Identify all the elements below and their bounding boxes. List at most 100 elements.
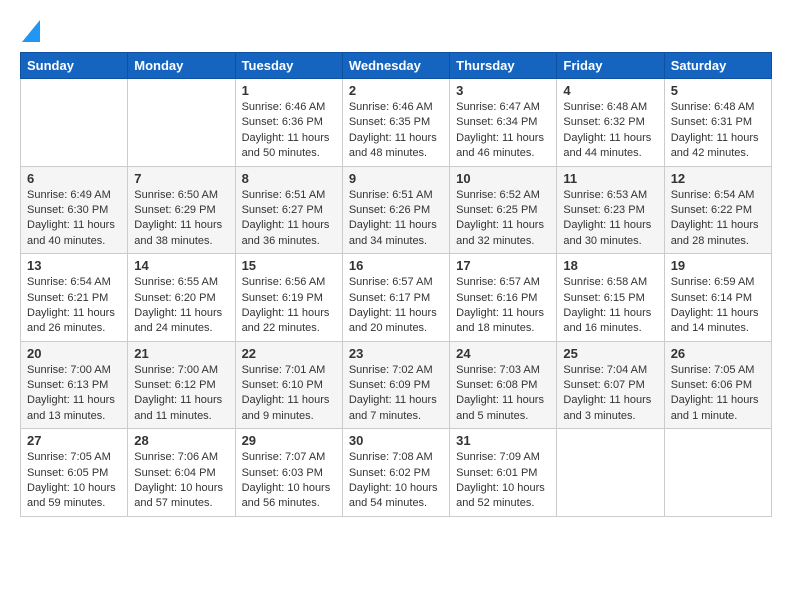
- day-number: 24: [456, 346, 550, 361]
- day-number: 29: [242, 433, 336, 448]
- calendar-cell: 7 Sunrise: 6:50 AMSunset: 6:29 PMDaylight…: [128, 166, 235, 254]
- day-number: 22: [242, 346, 336, 361]
- weekday-header: Sunday: [21, 53, 128, 79]
- day-info: Sunrise: 7:09 AMSunset: 6:01 PMDaylight:…: [456, 450, 550, 512]
- day-info: Sunrise: 7:04 AMSunset: 6:07 PMDaylight:…: [563, 363, 657, 425]
- calendar-cell: 27 Sunrise: 7:05 AMSunset: 6:05 PMDayligh…: [21, 429, 128, 517]
- day-info: Sunrise: 6:52 AMSunset: 6:25 PMDaylight:…: [456, 188, 550, 250]
- calendar-week-row: 6Sunrise: 6:49 AMSunset: 6:30 PMDaylight…: [21, 166, 772, 254]
- day-number: 19: [671, 258, 765, 273]
- calendar-cell: 24 Sunrise: 7:03 AMSunset: 6:08 PMDayligh…: [450, 341, 557, 429]
- calendar-cell: [557, 429, 664, 517]
- calendar-table: SundayMondayTuesdayWednesdayThursdayFrid…: [20, 52, 772, 517]
- day-number: 21: [134, 346, 228, 361]
- day-info: Sunrise: 7:06 AMSunset: 6:04 PMDaylight:…: [134, 450, 228, 512]
- day-info: Sunrise: 7:03 AMSunset: 6:08 PMDaylight:…: [456, 363, 550, 425]
- day-info: Sunrise: 6:48 AMSunset: 6:31 PMDaylight:…: [671, 100, 765, 162]
- day-info: Sunrise: 6:54 AMSunset: 6:21 PMDaylight:…: [27, 275, 121, 337]
- day-info: Sunrise: 7:05 AMSunset: 6:05 PMDaylight:…: [27, 450, 121, 512]
- day-number: 25: [563, 346, 657, 361]
- day-info: Sunrise: 6:51 AMSunset: 6:26 PMDaylight:…: [349, 188, 443, 250]
- calendar-cell: 9 Sunrise: 6:51 AMSunset: 6:26 PMDaylight…: [342, 166, 449, 254]
- calendar-cell: [21, 79, 128, 167]
- day-number: 28: [134, 433, 228, 448]
- calendar-cell: 4Sunrise: 6:48 AMSunset: 6:32 PMDaylight…: [557, 79, 664, 167]
- day-info: Sunrise: 6:50 AMSunset: 6:29 PMDaylight:…: [134, 188, 228, 250]
- calendar-cell: [664, 429, 771, 517]
- calendar-cell: 14 Sunrise: 6:55 AMSunset: 6:20 PMDayligh…: [128, 254, 235, 342]
- calendar-cell: 20 Sunrise: 7:00 AMSunset: 6:13 PMDayligh…: [21, 341, 128, 429]
- calendar-cell: 13 Sunrise: 6:54 AMSunset: 6:21 PMDayligh…: [21, 254, 128, 342]
- calendar-body: 1Sunrise: 6:46 AMSunset: 6:36 PMDaylight…: [21, 79, 772, 517]
- day-number: 31: [456, 433, 550, 448]
- day-info: Sunrise: 7:02 AMSunset: 6:09 PMDaylight:…: [349, 363, 443, 425]
- calendar-cell: 29 Sunrise: 7:07 AMSunset: 6:03 PMDayligh…: [235, 429, 342, 517]
- day-number: 16: [349, 258, 443, 273]
- calendar-cell: 10 Sunrise: 6:52 AMSunset: 6:25 PMDayligh…: [450, 166, 557, 254]
- day-number: 18: [563, 258, 657, 273]
- day-number: 3: [456, 83, 550, 98]
- day-number: 5: [671, 83, 765, 98]
- day-info: Sunrise: 7:07 AMSunset: 6:03 PMDaylight:…: [242, 450, 336, 512]
- page-header: [20, 20, 772, 42]
- calendar-week-row: 13 Sunrise: 6:54 AMSunset: 6:21 PMDayligh…: [21, 254, 772, 342]
- calendar-cell: 3 Sunrise: 6:47 AMSunset: 6:34 PMDaylight…: [450, 79, 557, 167]
- logo: [20, 20, 40, 42]
- day-info: Sunrise: 7:01 AMSunset: 6:10 PMDaylight:…: [242, 363, 336, 425]
- day-info: Sunrise: 7:00 AMSunset: 6:13 PMDaylight:…: [27, 363, 121, 425]
- day-info: Sunrise: 6:55 AMSunset: 6:20 PMDaylight:…: [134, 275, 228, 337]
- day-number: 27: [27, 433, 121, 448]
- day-number: 8: [242, 171, 336, 186]
- calendar-cell: 16 Sunrise: 6:57 AMSunset: 6:17 PMDayligh…: [342, 254, 449, 342]
- calendar-cell: 5 Sunrise: 6:48 AMSunset: 6:31 PMDaylight…: [664, 79, 771, 167]
- calendar-cell: 22 Sunrise: 7:01 AMSunset: 6:10 PMDayligh…: [235, 341, 342, 429]
- day-info: Sunrise: 6:46 AMSunset: 6:35 PMDaylight:…: [349, 100, 443, 162]
- day-number: 17: [456, 258, 550, 273]
- weekday-header: Monday: [128, 53, 235, 79]
- day-number: 23: [349, 346, 443, 361]
- day-info: Sunrise: 6:57 AMSunset: 6:16 PMDaylight:…: [456, 275, 550, 337]
- day-info: Sunrise: 6:58 AMSunset: 6:15 PMDaylight:…: [563, 275, 657, 337]
- calendar-cell: 6Sunrise: 6:49 AMSunset: 6:30 PMDaylight…: [21, 166, 128, 254]
- calendar-cell: 31 Sunrise: 7:09 AMSunset: 6:01 PMDayligh…: [450, 429, 557, 517]
- calendar-cell: 21Sunrise: 7:00 AMSunset: 6:12 PMDayligh…: [128, 341, 235, 429]
- weekday-header: Tuesday: [235, 53, 342, 79]
- day-number: 1: [242, 83, 336, 98]
- day-info: Sunrise: 6:56 AMSunset: 6:19 PMDaylight:…: [242, 275, 336, 337]
- calendar-cell: 30 Sunrise: 7:08 AMSunset: 6:02 PMDayligh…: [342, 429, 449, 517]
- day-number: 7: [134, 171, 228, 186]
- day-number: 13: [27, 258, 121, 273]
- weekday-header: Saturday: [664, 53, 771, 79]
- calendar-cell: 26 Sunrise: 7:05 AMSunset: 6:06 PMDayligh…: [664, 341, 771, 429]
- day-info: Sunrise: 6:47 AMSunset: 6:34 PMDaylight:…: [456, 100, 550, 162]
- day-info: Sunrise: 7:05 AMSunset: 6:06 PMDaylight:…: [671, 363, 765, 425]
- day-number: 11: [563, 171, 657, 186]
- calendar-cell: 1Sunrise: 6:46 AMSunset: 6:36 PMDaylight…: [235, 79, 342, 167]
- calendar-week-row: 27 Sunrise: 7:05 AMSunset: 6:05 PMDayligh…: [21, 429, 772, 517]
- calendar-cell: 23 Sunrise: 7:02 AMSunset: 6:09 PMDayligh…: [342, 341, 449, 429]
- calendar-cell: 8 Sunrise: 6:51 AMSunset: 6:27 PMDaylight…: [235, 166, 342, 254]
- day-number: 14: [134, 258, 228, 273]
- calendar-cell: 12Sunrise: 6:54 AMSunset: 6:22 PMDayligh…: [664, 166, 771, 254]
- day-info: Sunrise: 6:51 AMSunset: 6:27 PMDaylight:…: [242, 188, 336, 250]
- calendar-week-row: 20 Sunrise: 7:00 AMSunset: 6:13 PMDayligh…: [21, 341, 772, 429]
- day-number: 20: [27, 346, 121, 361]
- weekday-header: Thursday: [450, 53, 557, 79]
- day-number: 12: [671, 171, 765, 186]
- day-info: Sunrise: 6:59 AMSunset: 6:14 PMDaylight:…: [671, 275, 765, 337]
- calendar-cell: 15Sunrise: 6:56 AMSunset: 6:19 PMDayligh…: [235, 254, 342, 342]
- calendar-header-row: SundayMondayTuesdayWednesdayThursdayFrid…: [21, 53, 772, 79]
- calendar-cell: 17 Sunrise: 6:57 AMSunset: 6:16 PMDayligh…: [450, 254, 557, 342]
- day-number: 30: [349, 433, 443, 448]
- day-info: Sunrise: 6:49 AMSunset: 6:30 PMDaylight:…: [27, 188, 121, 250]
- weekday-header: Wednesday: [342, 53, 449, 79]
- day-number: 26: [671, 346, 765, 361]
- day-info: Sunrise: 6:53 AMSunset: 6:23 PMDaylight:…: [563, 188, 657, 250]
- calendar-week-row: 1Sunrise: 6:46 AMSunset: 6:36 PMDaylight…: [21, 79, 772, 167]
- calendar-cell: 18 Sunrise: 6:58 AMSunset: 6:15 PMDayligh…: [557, 254, 664, 342]
- day-number: 10: [456, 171, 550, 186]
- day-info: Sunrise: 6:57 AMSunset: 6:17 PMDaylight:…: [349, 275, 443, 337]
- day-number: 9: [349, 171, 443, 186]
- day-info: Sunrise: 7:08 AMSunset: 6:02 PMDaylight:…: [349, 450, 443, 512]
- day-number: 2: [349, 83, 443, 98]
